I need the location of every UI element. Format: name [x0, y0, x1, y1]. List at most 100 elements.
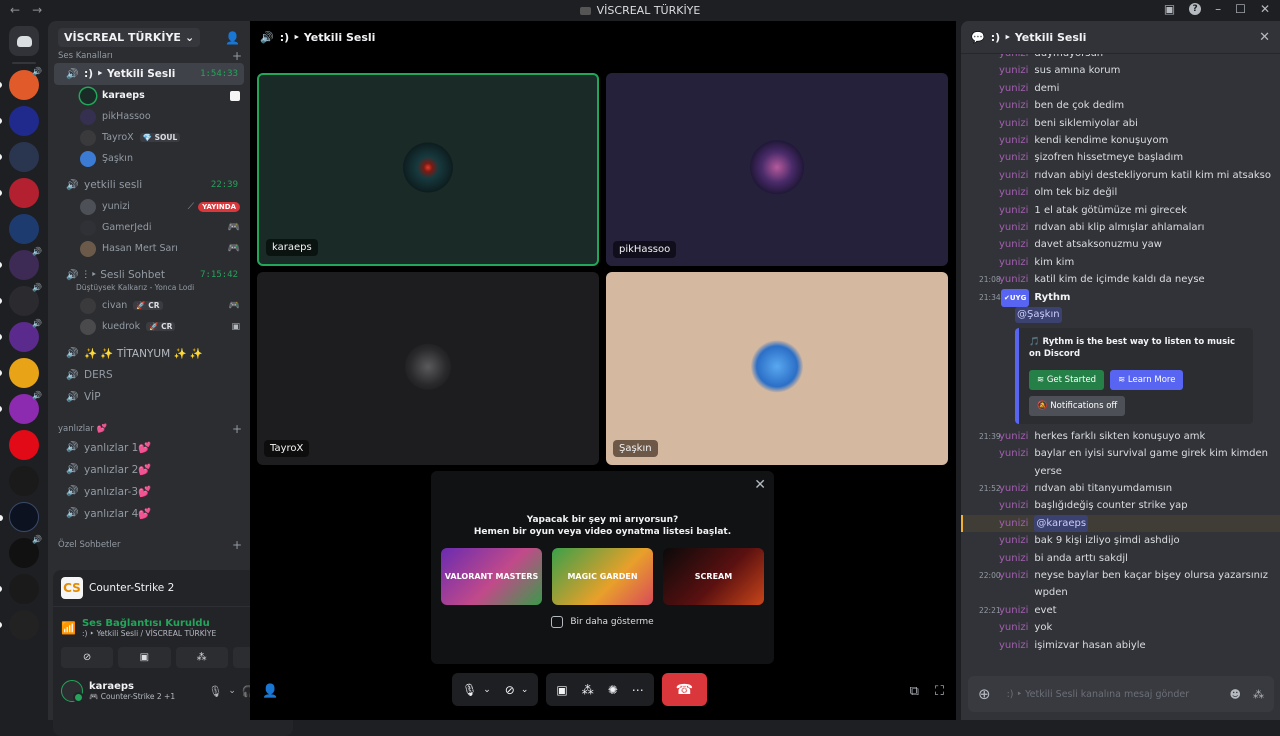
message-author[interactable]: yunizi	[999, 80, 1028, 97]
microphone-icon[interactable]: 🎙	[208, 685, 222, 698]
message-author[interactable]: yunizi	[999, 550, 1028, 567]
chevron-down-icon[interactable]: ⌄	[228, 686, 236, 696]
voice-channel-ders[interactable]: 🔊 DERS	[54, 364, 244, 386]
invite-people-icon[interactable]: 👤	[262, 684, 278, 699]
message-author[interactable]: yunizi	[999, 480, 1028, 497]
soundboard-icon[interactable]: ✺	[608, 683, 618, 697]
activities-button[interactable]: ⁂	[175, 647, 228, 668]
screen-share-icon[interactable]: ▣	[556, 683, 567, 697]
message-author[interactable]: yunizi	[999, 97, 1028, 114]
help-icon[interactable]: ?	[1189, 3, 1202, 15]
voice-user-tayrox[interactable]: TayroX 💎 SOUL	[48, 127, 250, 148]
message-author[interactable]: yunizi	[999, 132, 1028, 149]
activity-card-magic-garden[interactable]: MAGIC GARDEN	[552, 548, 653, 605]
participant-tile-saskin[interactable]: Şaşkın	[606, 272, 948, 465]
message-author[interactable]: yunizi	[999, 602, 1028, 619]
server-mtsc-icon[interactable]	[9, 214, 39, 244]
checkbox[interactable]	[551, 616, 564, 628]
server-charlie-icon[interactable]	[0, 610, 39, 640]
add-member-icon[interactable]: 👤	[225, 31, 240, 45]
server-purple-icon[interactable]: 🔊	[0, 247, 42, 280]
add-attachment-icon[interactable]: ⊕	[978, 685, 991, 703]
server-lydian-icon[interactable]	[0, 106, 39, 136]
voice-channel-yanlizlar-4[interactable]: 🔊 yanlızlar 4💕	[54, 502, 244, 524]
voice-user-kuedrok[interactable]: kuedrok 🚀 CR ▣	[48, 316, 250, 337]
message-author[interactable]: yunizi	[999, 62, 1028, 79]
get-started-button[interactable]: ≋ Get Started	[1029, 369, 1105, 390]
apps-icon[interactable]: ⁂	[1253, 688, 1264, 701]
message-author[interactable]: yunizi	[999, 202, 1028, 219]
voice-user-karaeps[interactable]: karaeps	[48, 85, 250, 106]
participant-tile-pikhassoo[interactable]: pikHassoo	[606, 73, 948, 266]
camera-off-button[interactable]: ⊘	[61, 647, 114, 668]
fullscreen-icon[interactable]: ⛶	[935, 684, 944, 699]
chevron-down-icon[interactable]: ⌄	[521, 685, 529, 695]
inbox-icon[interactable]: ▣	[1164, 2, 1175, 16]
voice-channel-vip[interactable]: 🔊 VİP	[54, 386, 244, 408]
category-private[interactable]: Özel Sohbetler +	[48, 538, 250, 552]
message-author[interactable]: yunizi	[999, 149, 1028, 166]
add-channel-icon[interactable]: +	[232, 538, 242, 552]
learn-more-button[interactable]: ≋ Learn More	[1110, 369, 1184, 390]
message-author[interactable]: yunizi	[999, 619, 1028, 636]
server-red-icon[interactable]	[0, 178, 39, 208]
message-input[interactable]: :) ‣ Yetkili Sesli kanalına mesaj gönder	[1007, 689, 1190, 700]
voice-user-hasan[interactable]: Hasan Mert Sarı 🎮	[48, 238, 250, 259]
close-icon[interactable]: ✕	[1259, 30, 1270, 45]
message-author[interactable]: yunizi	[999, 637, 1028, 654]
server-name-button[interactable]: VİSCREAL TÜRKİYE ⌄	[58, 28, 201, 47]
message-author[interactable]: yunizi	[999, 184, 1028, 201]
message-author[interactable]: yunizi	[999, 497, 1028, 514]
server-jet-icon[interactable]	[0, 142, 39, 172]
message-author[interactable]: yunizi	[999, 254, 1028, 271]
back-arrow-icon[interactable]: ←	[10, 3, 20, 17]
disconnect-button[interactable]: ☎	[661, 673, 707, 706]
activity-card-scream[interactable]: SCREAM	[663, 548, 764, 605]
voice-user-yunizi[interactable]: yunizi ⟋ YAYINDA	[48, 196, 250, 217]
camera-off-icon[interactable]: ⊘	[505, 683, 515, 697]
server-violet-icon[interactable]: 🔊	[0, 319, 42, 352]
message-author[interactable]: yunizi	[999, 445, 1028, 462]
server-y-icon[interactable]: 🔊	[9, 535, 42, 568]
voice-channel-yetkili-sesli-2[interactable]: 🔊 yetkili sesli 22:39	[54, 174, 244, 196]
more-icon[interactable]: ⋯	[632, 683, 644, 697]
chevron-down-icon[interactable]: ⌄	[483, 685, 491, 695]
voice-user-gamerjedi[interactable]: GamerJedi 🎮	[48, 217, 250, 238]
message-author[interactable]: yunizi	[999, 167, 1028, 184]
category-yanlizlar[interactable]: yanlızlar 💕 +	[48, 422, 250, 436]
voice-user-pikhassoo[interactable]: pikHassoo	[48, 106, 250, 127]
close-icon[interactable]: ✕	[754, 477, 766, 493]
forward-arrow-icon[interactable]: →	[32, 3, 42, 17]
close-window-icon[interactable]: ✕	[1260, 2, 1270, 16]
server-black-icon[interactable]	[9, 466, 39, 496]
server-badge-icon[interactable]	[0, 502, 39, 532]
message-author[interactable]: yunizi	[999, 532, 1028, 549]
home-button[interactable]	[9, 26, 39, 56]
category-voice[interactable]: Ses Kanalları +	[48, 49, 250, 63]
server-turkey-flag-icon[interactable]	[9, 430, 39, 460]
add-channel-icon[interactable]: +	[232, 422, 242, 436]
message-author[interactable]: yunizi	[999, 115, 1028, 132]
voice-user-saskin[interactable]: Şaşkın	[48, 148, 250, 169]
server-green-dragon-icon[interactable]	[0, 574, 39, 604]
activity-card-valorant[interactable]: VALORANT MASTERS	[441, 548, 542, 605]
notifications-off-button[interactable]: 🔕 Notifications off	[1029, 395, 1126, 416]
voice-channel-yanlizlar-1[interactable]: 🔊 yanlızlar 1💕	[54, 436, 244, 458]
message-author[interactable]: yunizi	[999, 219, 1028, 236]
participant-tile-tayrox[interactable]: TayroX	[257, 272, 599, 465]
voice-channel-yetkili-sesli[interactable]: 🔊 :) ‣ Yetkili Sesli 1:54:33	[54, 63, 244, 85]
voice-channel-yanlizlar-3[interactable]: 🔊 yanlızlar-3💕	[54, 480, 244, 502]
participant-tile-karaeps[interactable]: karaeps	[257, 73, 599, 266]
server-dark-icon[interactable]: 🔊	[0, 283, 42, 316]
microphone-icon[interactable]: 🎙	[462, 683, 477, 697]
message-author[interactable]: yunizi	[999, 236, 1028, 253]
message-author[interactable]: yunizi	[999, 271, 1028, 288]
add-channel-icon[interactable]: +	[232, 49, 242, 63]
maximize-icon[interactable]: ☐	[1235, 2, 1246, 16]
server-magenta-icon[interactable]: 🔊	[0, 391, 42, 424]
activities-icon[interactable]: ⁂	[582, 683, 594, 697]
popout-icon[interactable]: ⧉	[910, 684, 919, 699]
message-author[interactable]: yunizi	[999, 428, 1028, 445]
screen-share-button[interactable]: ▣	[118, 647, 171, 668]
user-avatar[interactable]	[61, 680, 84, 703]
